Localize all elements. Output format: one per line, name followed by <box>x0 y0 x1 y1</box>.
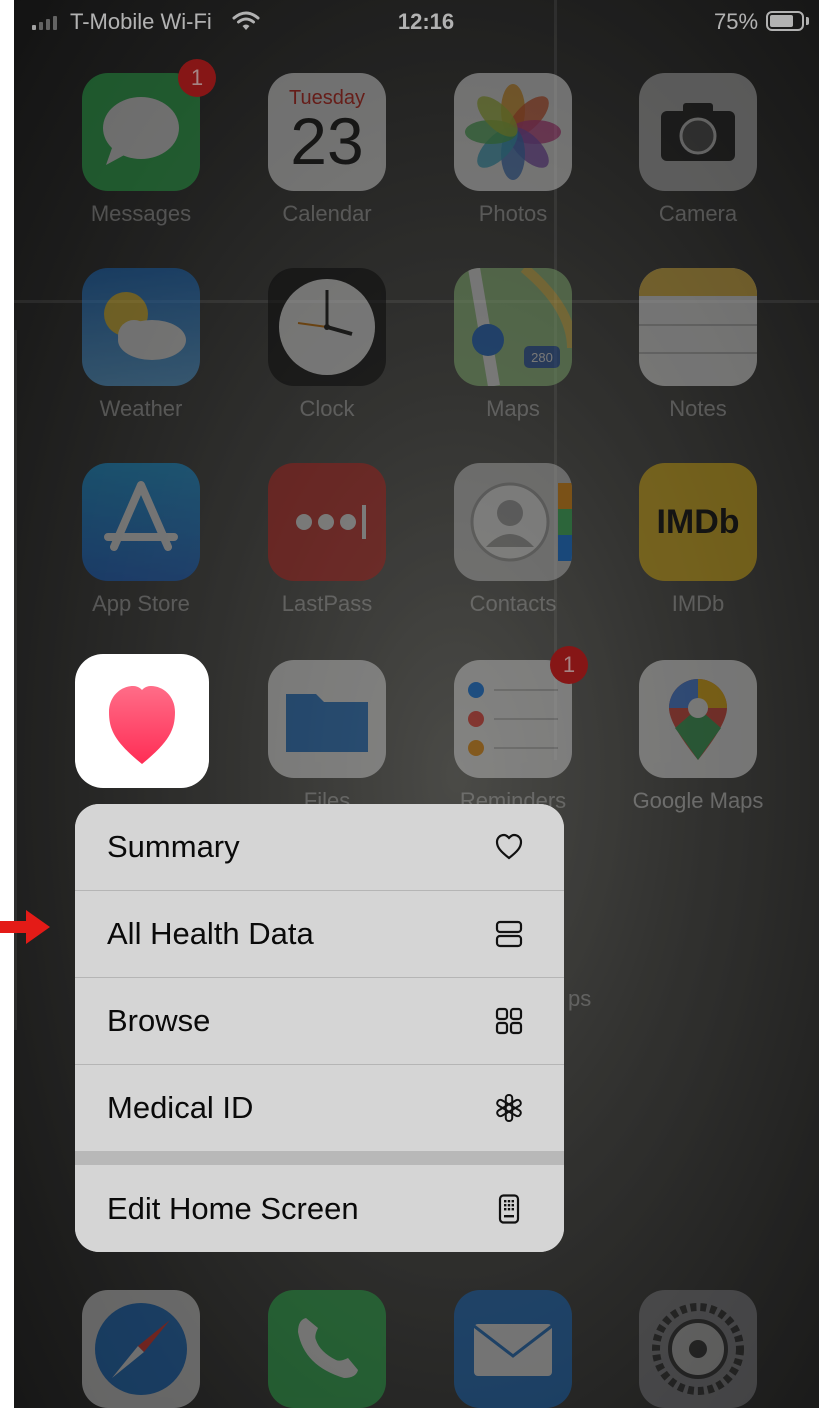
heart-outline-icon <box>495 833 523 860</box>
menu-item-label: All Health Data <box>107 916 314 951</box>
menu-item-edit-home-screen[interactable]: Edit Home Screen <box>75 1165 564 1252</box>
health-app-icon[interactable] <box>75 654 209 788</box>
menu-item-label: Medical ID <box>107 1090 254 1125</box>
red-arrow-annotation <box>0 910 50 944</box>
grid-icon <box>495 1007 523 1035</box>
menu-section-gap <box>75 1151 564 1165</box>
menu-item-summary[interactable]: Summary <box>75 804 564 890</box>
menu-item-label: Summary <box>107 829 240 864</box>
menu-item-all-health-data[interactable]: All Health Data <box>75 891 564 977</box>
heart-icon <box>109 686 175 764</box>
menu-item-medical-id[interactable]: Medical ID <box>75 1065 564 1151</box>
phone-apps-icon <box>498 1193 520 1224</box>
menu-item-label: Edit Home Screen <box>107 1190 359 1226</box>
menu-item-browse[interactable]: Browse <box>75 978 564 1064</box>
context-menu: Summary All Health Data Browse Medical I… <box>75 804 564 1252</box>
asterisk-icon <box>496 1094 522 1122</box>
menu-item-label: Browse <box>107 1003 211 1038</box>
stacked-rectangles-icon <box>495 920 523 948</box>
